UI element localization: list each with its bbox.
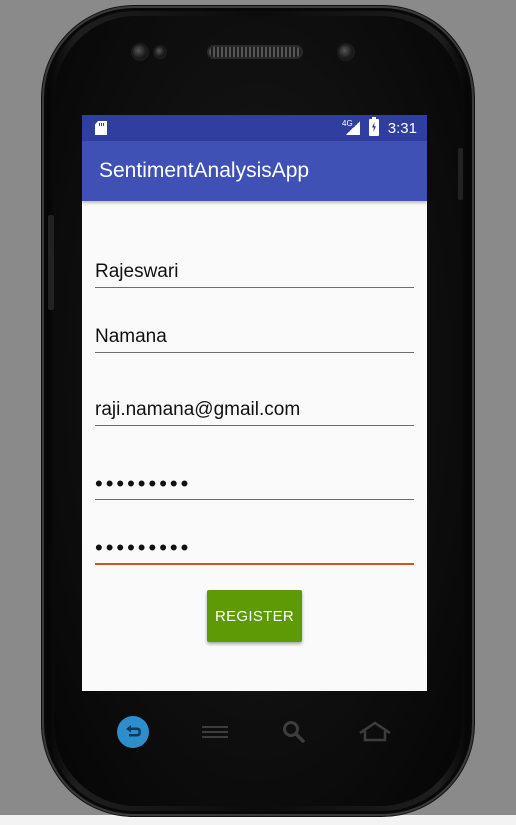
sd-card-icon: [95, 121, 107, 135]
back-icon: [117, 716, 149, 748]
home-button[interactable]: [357, 714, 393, 750]
search-button[interactable]: [276, 714, 312, 750]
earpiece-speaker: [209, 47, 301, 57]
search-icon: [283, 721, 305, 743]
back-button[interactable]: [115, 714, 151, 750]
menu-button[interactable]: [197, 714, 233, 750]
menu-icon: [202, 726, 228, 738]
front-camera: [133, 45, 147, 59]
email-input[interactable]: raji.namana@gmail.com: [95, 395, 414, 426]
network-type: 4G: [342, 119, 353, 128]
battery-charging-icon: [369, 117, 379, 136]
confirm-password-input[interactable]: •••••••••: [95, 533, 414, 565]
status-clock: 3:31: [387, 120, 417, 137]
last-name-input[interactable]: Namana: [95, 322, 414, 353]
status-bar: 4G 3:31: [82, 115, 427, 141]
volume-button: [48, 215, 54, 310]
first-name-input[interactable]: Rajeswari: [95, 257, 414, 288]
device-screen: 4G 3:31 SentimentAnalysisApp Rajeswari N…: [82, 115, 427, 691]
power-button: [458, 148, 463, 200]
app-bar: SentimentAnalysisApp: [82, 141, 427, 201]
app-title: SentimentAnalysisApp: [99, 159, 310, 182]
proximity-sensor: [155, 47, 165, 57]
front-camera-lens: [339, 45, 353, 59]
password-input[interactable]: •••••••••: [95, 469, 414, 500]
desktop-strip: [0, 815, 516, 825]
register-button[interactable]: REGISTER: [207, 590, 302, 642]
home-icon: [359, 721, 391, 742]
